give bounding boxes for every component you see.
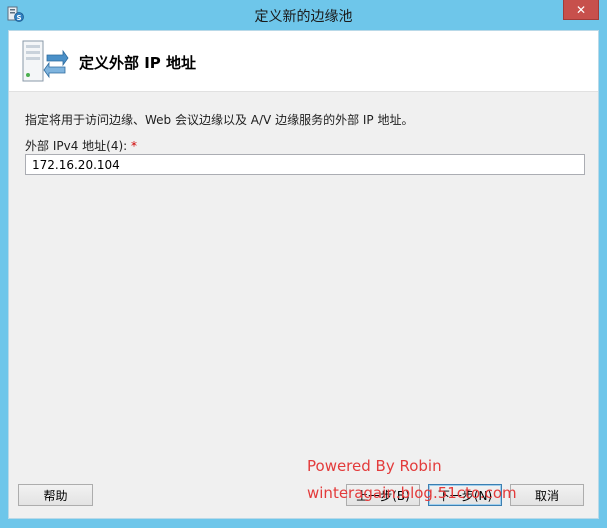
required-marker: * bbox=[131, 139, 138, 153]
close-button[interactable]: ✕ bbox=[563, 0, 599, 20]
title-bar[interactable]: S 定义新的边缘池 ✕ bbox=[0, 0, 607, 30]
cancel-button[interactable]: 取消 bbox=[510, 484, 584, 506]
instruction-text: 指定将用于访问边缘、Web 会议边缘以及 A/V 边缘服务的外部 IP 地址。 bbox=[25, 113, 414, 127]
ipv4-address-input[interactable] bbox=[25, 154, 585, 175]
server-transfer-icon bbox=[21, 39, 69, 85]
window-title: 定义新的边缘池 bbox=[254, 9, 353, 25]
back-button[interactable]: 上一步(B) bbox=[346, 484, 420, 506]
page-title: 定义外部 IP 地址 bbox=[79, 54, 197, 72]
help-button[interactable]: 帮助 bbox=[18, 484, 93, 506]
ipv4-field-label: 外部 IPv4 地址(4): * bbox=[25, 137, 137, 154]
next-button[interactable]: 下一步(N) bbox=[428, 484, 502, 506]
dialog-window: S 定义新的边缘池 ✕ 定义外部 IP 地址 指定将用于访问边缘、Web 会议边… bbox=[0, 0, 607, 528]
close-icon: ✕ bbox=[575, 2, 587, 17]
ipv4-label-text: 外部 IPv4 地址(4): bbox=[25, 139, 128, 153]
watermark-line-1: Powered By Robin bbox=[307, 457, 442, 475]
dialog-client-area: 定义外部 IP 地址 指定将用于访问边缘、Web 会议边缘以及 A/V 边缘服务… bbox=[8, 30, 599, 519]
page-header: 定义外部 IP 地址 bbox=[9, 31, 598, 92]
